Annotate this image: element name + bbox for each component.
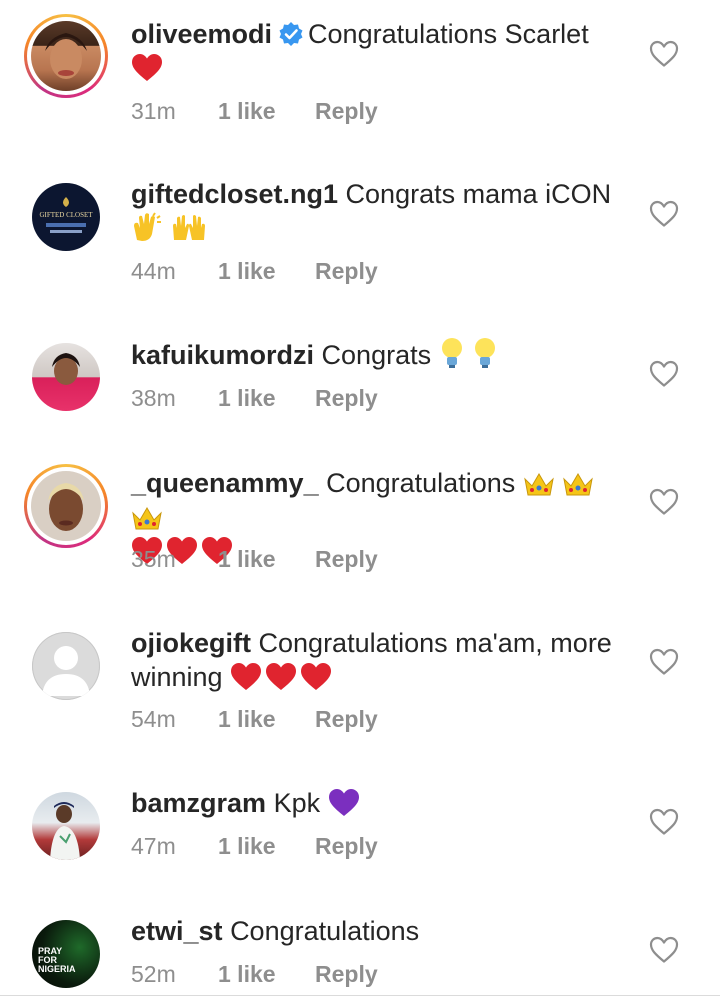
comment-likes-link[interactable]: 1 like <box>218 96 276 126</box>
clapping-hands-emoji-icon <box>134 212 161 241</box>
comment-time: 47m <box>131 833 176 859</box>
crown-emoji-icon <box>563 473 594 496</box>
bottom-divider <box>0 995 720 996</box>
story-ring-avatar[interactable] <box>24 464 108 548</box>
light-bulb-emoji-icon <box>475 338 496 368</box>
comment-text: Congratulations <box>326 468 516 498</box>
comment-time: 52m <box>131 961 176 987</box>
reply-button[interactable]: Reply <box>315 544 378 574</box>
comment-time: 54m <box>131 706 176 732</box>
comment-username[interactable]: bamzgram <box>131 788 266 818</box>
comment-username[interactable]: ojiokegift <box>131 628 251 658</box>
comment-username[interactable]: oliveemodi <box>131 19 272 49</box>
like-heart-icon[interactable] <box>649 200 679 228</box>
default-avatar-icon <box>42 646 90 696</box>
reply-button[interactable]: Reply <box>315 256 378 286</box>
like-heart-icon[interactable] <box>649 40 679 68</box>
comment-time: 38m <box>131 385 176 411</box>
like-heart-icon[interactable] <box>649 488 679 516</box>
comment-likes-link[interactable]: 1 like <box>218 383 276 413</box>
verified-badge-icon <box>279 22 303 46</box>
avatar <box>32 343 100 411</box>
reply-button[interactable]: Reply <box>315 704 378 734</box>
avatar <box>31 471 101 541</box>
comment-username[interactable]: _queenammy_ <box>131 468 319 498</box>
purple-heart-emoji-icon <box>328 789 359 816</box>
avatar-container[interactable] <box>24 624 108 708</box>
comment-time: 44m <box>131 258 176 284</box>
light-bulb-emoji-icon <box>441 338 462 368</box>
comment-text: Congratulations Scarlet <box>308 19 589 49</box>
nigeria-avatar-text: NIGERIA <box>38 964 76 974</box>
crown-emoji-icon <box>132 507 162 530</box>
comment-text: Congratulations <box>230 916 420 946</box>
comment-likes-link[interactable]: 1 like <box>218 959 276 989</box>
avatar: GIFTED CLOSET <box>32 183 100 251</box>
heart-emoji-icon <box>132 54 162 81</box>
like-heart-icon[interactable] <box>649 648 679 676</box>
comment-username[interactable]: kafuikumordzi <box>131 340 314 370</box>
avatar-container[interactable] <box>24 335 108 419</box>
comment-likes-link[interactable]: 1 like <box>218 704 276 734</box>
comment-username[interactable]: giftedcloset.ng1 <box>131 179 338 209</box>
crown-emoji-icon <box>523 473 554 496</box>
comment-username[interactable]: etwi_st <box>131 916 223 946</box>
comment-time: 35m <box>131 546 176 572</box>
avatar <box>31 21 101 91</box>
comment-likes-link[interactable]: 1 like <box>218 544 276 574</box>
avatar <box>32 632 100 700</box>
reply-button[interactable]: Reply <box>315 96 378 126</box>
comment-likes-link[interactable]: 1 like <box>218 256 276 286</box>
comment-text: Congrats <box>321 340 432 370</box>
avatar-container[interactable] <box>24 784 108 868</box>
like-heart-icon[interactable] <box>649 936 679 964</box>
comment-likes-link[interactable]: 1 like <box>218 831 276 861</box>
comment-text: Congrats mama iCON <box>345 179 612 209</box>
comment-text: Kpk <box>273 788 321 818</box>
heart-emoji-icon <box>231 663 262 690</box>
reply-button[interactable]: Reply <box>315 959 378 989</box>
comment-time: 31m <box>131 98 176 124</box>
gifted-closet-logo-text: GIFTED CLOSET <box>39 211 93 219</box>
like-heart-icon[interactable] <box>649 360 679 388</box>
raising-hands-emoji-icon <box>172 215 205 240</box>
avatar: PRAY FOR NIGERIA <box>32 920 100 988</box>
reply-button[interactable]: Reply <box>315 383 378 413</box>
reply-button[interactable]: Reply <box>315 831 378 861</box>
story-ring-avatar[interactable] <box>24 14 108 98</box>
avatar <box>32 792 100 860</box>
avatar-container[interactable]: GIFTED CLOSET <box>24 175 108 259</box>
avatar-container[interactable]: PRAY FOR NIGERIA <box>24 912 108 996</box>
heart-emoji-icon <box>266 663 297 690</box>
like-heart-icon[interactable] <box>649 808 679 836</box>
heart-emoji-icon <box>301 663 332 690</box>
